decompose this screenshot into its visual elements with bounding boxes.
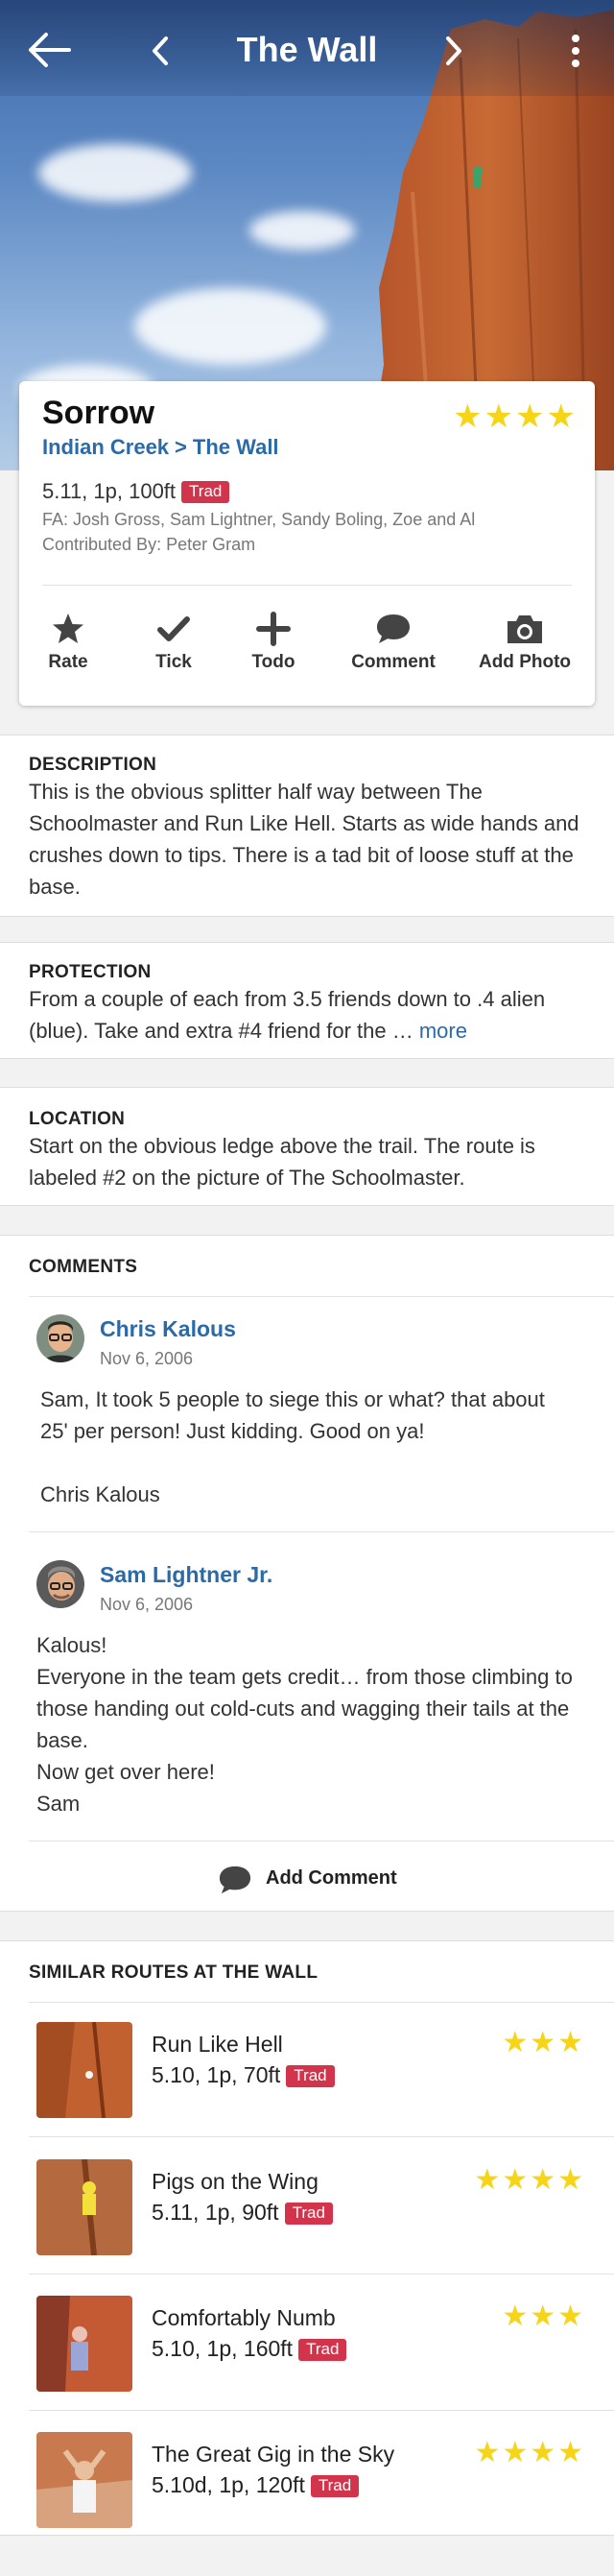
avatar[interactable] <box>36 1560 84 1608</box>
similar-route-grade: 5.11, 1p, 90ft Trad <box>152 2200 333 2226</box>
add-comment-button[interactable]: Add Comment <box>216 1860 398 1898</box>
similar-route-row[interactable]: The Great Gig in the Sky 5.10d, 1p, 120f… <box>29 2413 614 2547</box>
comment-text: Kalous! Everyone in the team gets credit… <box>36 1633 573 1816</box>
description-text: This is the obvious splitter half way be… <box>29 780 579 899</box>
similar-route-name: Comfortably Numb <box>152 2305 336 2330</box>
route-card: Sorrow ★★★★ Indian Creek > The Wall 5.11, … <box>19 381 595 706</box>
avatar[interactable] <box>36 1314 84 1362</box>
add-photo-label: Add Photo <box>478 652 572 672</box>
similar-route-row[interactable]: Run Like Hell 5.10, 1p, 70ft Trad ★★★ <box>29 2003 614 2137</box>
divider <box>29 2274 614 2275</box>
add-photo-button[interactable]: Add Photo <box>466 612 583 673</box>
similar-route-grade-text: 5.10d, 1p, 120ft <box>152 2472 305 2497</box>
previous-wall-icon[interactable] <box>148 33 173 69</box>
similar-route-name: Run Like Hell <box>152 2032 283 2057</box>
route-type-badge: Trad <box>181 481 230 503</box>
location-section: LOCATION Start on the obvious ledge abov… <box>0 1087 614 1206</box>
similar-route-grade: 5.10, 1p, 160ft Trad <box>152 2336 347 2362</box>
similar-route-name: The Great Gig in the Sky <box>152 2442 395 2467</box>
location-text: Start on the obvious ledge above the tra… <box>29 1134 535 1190</box>
divider <box>42 585 572 586</box>
rating-stars: ★★★ <box>502 2027 585 2058</box>
route-thumbnail <box>36 2296 132 2392</box>
camera-icon <box>508 615 542 643</box>
next-wall-icon[interactable] <box>441 33 466 69</box>
breadcrumb-area-link[interactable]: Indian Creek <box>42 435 169 459</box>
action-bar: Rate Tick Todo Comment Add Photo <box>19 612 595 688</box>
comment-author[interactable]: Chris Kalous <box>100 1316 236 1342</box>
similar-routes-section: SIMILAR ROUTES AT THE WALL Run Like Hell… <box>0 1940 614 2536</box>
more-options-icon[interactable] <box>564 31 587 71</box>
comments-section: COMMENTS Chris Kalous Nov 6, 2006 Sam, I… <box>0 1235 614 1912</box>
breadcrumb: Indian Creek > The Wall <box>42 435 279 460</box>
contributed-by: Contributed By: Peter Gram <box>42 535 256 554</box>
divider <box>29 2410 614 2411</box>
route-rating-stars: ★★★★ <box>453 398 578 435</box>
route-type-badge: Trad <box>298 2339 347 2361</box>
route-thumbnail <box>36 2022 132 2118</box>
breadcrumb-separator: > <box>175 435 187 459</box>
todo-label: Todo <box>251 652 295 672</box>
protection-section: PROTECTION From a couple of each from 3.… <box>0 942 614 1059</box>
similar-route-name: Pigs on the Wing <box>152 2169 319 2194</box>
similar-routes-heading: SIMILAR ROUTES AT THE WALL <box>29 1962 319 1983</box>
similar-route-row[interactable]: Comfortably Numb 5.10, 1p, 160ft Trad ★★★ <box>29 2276 614 2411</box>
route-type-badge: Trad <box>286 2065 335 2087</box>
tick-label: Tick <box>155 652 192 672</box>
similar-route-grade-text: 5.10, 1p, 160ft <box>152 2336 294 2361</box>
similar-route-grade: 5.10d, 1p, 120ft Trad <box>152 2472 360 2498</box>
comments-heading: COMMENTS <box>29 1257 138 1277</box>
comment-date: Nov 6, 2006 <box>100 1349 194 1368</box>
rating-stars: ★★★★ <box>474 2164 585 2196</box>
comment-button[interactable]: Comment <box>336 612 451 673</box>
similar-route-row[interactable]: Pigs on the Wing 5.11, 1p, 90ft Trad ★★★★ <box>29 2140 614 2275</box>
plus-icon <box>256 612 291 646</box>
protection-text-block: From a couple of each from 3.5 friends d… <box>29 983 585 1047</box>
divider <box>29 2136 614 2137</box>
tick-button[interactable]: Tick <box>144 612 203 673</box>
route-type-badge: Trad <box>310 2475 360 2497</box>
add-comment-label: Add Comment <box>266 1867 397 1889</box>
navigation-bar: The Wall <box>0 0 614 96</box>
route-thumbnail <box>36 2432 132 2528</box>
rating-stars: ★★★ <box>502 2300 585 2332</box>
speech-bubble-icon <box>377 614 410 643</box>
rate-button[interactable]: Rate <box>38 612 98 673</box>
route-grade: 5.11, 1p, 100ft Trad <box>42 479 230 504</box>
route-type-badge: Trad <box>284 2203 333 2225</box>
comment-author[interactable]: Sam Lightner Jr. <box>100 1562 272 1588</box>
first-ascent: FA: Josh Gross, Sam Lightner, Sandy Boli… <box>42 510 476 529</box>
comment-text: Sam, It took 5 people to siege this or w… <box>40 1387 545 1506</box>
divider <box>29 1296 614 1297</box>
more-link[interactable]: more <box>419 1019 467 1043</box>
similar-route-grade-text: 5.11, 1p, 90ft <box>152 2200 279 2225</box>
rate-label: Rate <box>48 652 88 672</box>
breadcrumb-wall-link[interactable]: The Wall <box>193 435 279 459</box>
todo-button[interactable]: Todo <box>240 612 307 673</box>
similar-route-grade: 5.10, 1p, 70ft Trad <box>152 2062 335 2088</box>
page-title: The Wall <box>236 30 378 69</box>
back-arrow-icon[interactable] <box>25 29 73 71</box>
route-name: Sorrow <box>42 395 155 431</box>
comment-label: Comment <box>351 652 436 672</box>
description-heading: DESCRIPTION <box>29 755 157 775</box>
rating-stars: ★★★★ <box>474 2437 585 2468</box>
comment-date: Nov 6, 2006 <box>100 1595 194 1614</box>
similar-route-grade-text: 5.10, 1p, 70ft <box>152 2062 281 2087</box>
route-grade-text: 5.11, 1p, 100ft <box>42 479 177 503</box>
checkmark-icon <box>157 616 190 641</box>
protection-heading: PROTECTION <box>29 962 152 982</box>
location-heading: LOCATION <box>29 1109 126 1129</box>
route-thumbnail <box>36 2159 132 2255</box>
divider <box>29 1531 614 1532</box>
divider <box>29 1841 614 1842</box>
star-icon <box>53 614 83 643</box>
speech-bubble-icon <box>219 1866 251 1894</box>
description-section: DESCRIPTION This is the obvious splitter… <box>0 734 614 917</box>
protection-text: From a couple of each from 3.5 friends d… <box>29 987 546 1043</box>
